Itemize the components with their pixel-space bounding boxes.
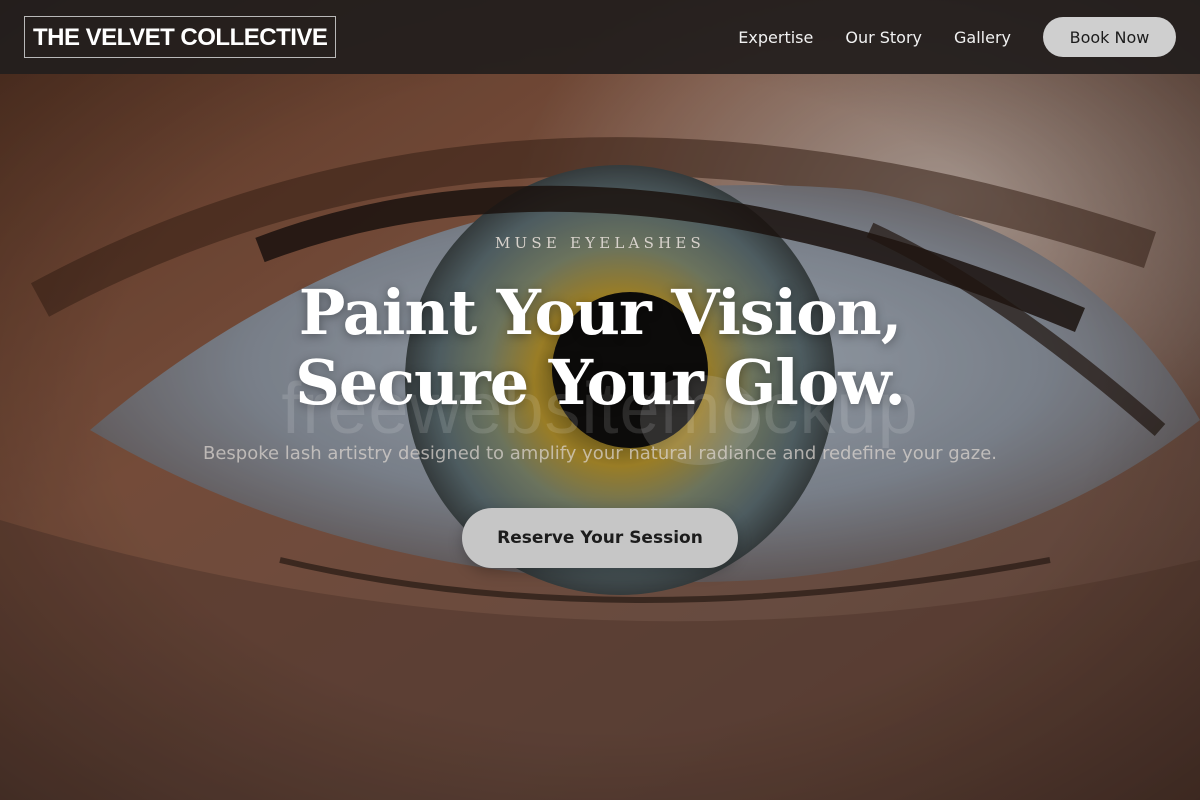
hero-content: MUSE EYELASHES Paint Your Vision, Secure…	[0, 232, 1200, 568]
hero-subhead: Bespoke lash artistry designed to amplif…	[202, 443, 997, 464]
book-now-button[interactable]: Book Now	[1043, 17, 1176, 57]
hero-eyebrow: MUSE EYELASHES	[495, 234, 705, 252]
reserve-session-button[interactable]: Reserve Your Session	[462, 508, 738, 568]
nav-link-our-story[interactable]: Our Story	[845, 28, 922, 47]
brand-logo[interactable]: THE VELVET COLLECTIVE	[24, 16, 337, 58]
nav-link-gallery[interactable]: Gallery	[954, 28, 1011, 47]
nav-links: Expertise Our Story Gallery Book Now	[738, 17, 1176, 57]
hero-headline: Paint Your Vision, Secure Your Glow.	[0, 278, 1200, 418]
hero-headline-line-2: Secure Your Glow.	[295, 346, 906, 419]
nav-link-expertise[interactable]: Expertise	[738, 28, 813, 47]
hero-headline-line-1: Paint Your Vision,	[298, 276, 903, 349]
top-navbar: THE VELVET COLLECTIVE Expertise Our Stor…	[0, 0, 1200, 74]
landing-page: freewebsitemockup THE VELVET COLLECTIVE …	[0, 0, 1200, 800]
